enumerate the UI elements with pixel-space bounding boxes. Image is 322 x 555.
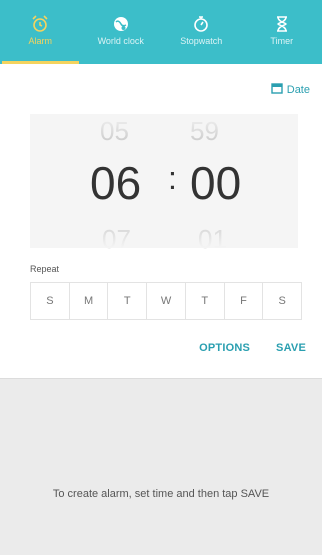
alarm-actions: OPTIONS SAVE — [199, 342, 306, 354]
tab-bar: Alarm World clock Stopwatch Timer — [0, 0, 322, 64]
tab-alarm[interactable]: Alarm — [0, 0, 81, 64]
repeat-days: S M T W T F S — [30, 282, 302, 320]
minute-value[interactable]: 00 — [190, 156, 241, 210]
day-toggle-tuesday[interactable]: T — [108, 283, 147, 319]
date-label: Date — [287, 84, 310, 96]
picker-fade-bottom — [30, 218, 298, 248]
tab-world-clock[interactable]: World clock — [81, 0, 162, 64]
date-button[interactable]: Date — [271, 82, 310, 97]
empty-state-hint: To create alarm, set time and then tap S… — [0, 488, 322, 500]
tab-stopwatch[interactable]: Stopwatch — [161, 0, 242, 64]
day-toggle-monday[interactable]: M — [70, 283, 109, 319]
hour-value[interactable]: 06 — [90, 156, 141, 210]
save-button[interactable]: SAVE — [276, 342, 306, 354]
day-toggle-wednesday[interactable]: W — [147, 283, 186, 319]
picker-fade-top — [30, 114, 298, 144]
alarm-list-area — [0, 378, 322, 555]
tab-timer[interactable]: Timer — [242, 0, 322, 64]
globe-icon — [111, 0, 131, 34]
hourglass-icon — [272, 0, 292, 34]
day-toggle-saturday[interactable]: S — [263, 283, 301, 319]
day-toggle-sunday[interactable]: S — [31, 283, 70, 319]
options-button[interactable]: OPTIONS — [199, 342, 250, 354]
repeat-label: Repeat — [30, 264, 59, 274]
tab-label: Timer — [270, 36, 293, 46]
day-toggle-thursday[interactable]: T — [186, 283, 225, 319]
calendar-icon — [271, 82, 283, 97]
day-toggle-friday[interactable]: F — [225, 283, 264, 319]
active-tab-indicator — [2, 61, 79, 64]
tab-label: Stopwatch — [180, 36, 222, 46]
time-separator: : — [168, 160, 177, 197]
time-picker[interactable]: 05 59 06 : 00 07 01 — [30, 114, 298, 248]
tab-label: Alarm — [28, 36, 52, 46]
alarm-clock-icon — [30, 0, 50, 34]
tab-label: World clock — [98, 36, 144, 46]
stopwatch-icon — [191, 0, 211, 34]
